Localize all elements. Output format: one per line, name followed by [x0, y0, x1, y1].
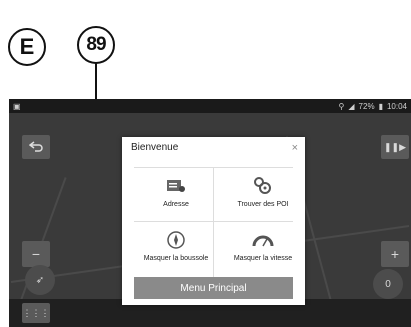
- callout-number-text: 89: [86, 34, 106, 55]
- minus-icon: −: [31, 246, 41, 262]
- callout-number: 89: [77, 26, 115, 64]
- signal-icon: ◢: [348, 101, 355, 111]
- battery-icon: ▮: [378, 101, 383, 111]
- speed-indicator[interactable]: 0: [373, 269, 403, 299]
- compass-button[interactable]: ➶: [25, 265, 55, 295]
- address-icon: [166, 174, 186, 198]
- hide-speed-label: Masquer la vitesse: [233, 255, 293, 262]
- speedometer-icon: [252, 228, 274, 252]
- poi-icon: [252, 174, 274, 198]
- grid-icon: ⋮⋮⋮: [22, 307, 50, 318]
- plus-icon: +: [390, 246, 400, 262]
- find-poi-label: Trouver des POI: [237, 201, 289, 208]
- dialog-title: Bienvenue: [131, 142, 179, 153]
- compass-icon: [166, 228, 186, 252]
- speed-zero-icon: 0: [385, 278, 391, 290]
- compass-needle-icon: ➶: [35, 274, 45, 286]
- callout-letter-text: E: [19, 34, 35, 59]
- back-button[interactable]: [22, 135, 50, 159]
- main-menu-button[interactable]: Menu Principal: [134, 277, 293, 299]
- hide-compass-label: Masquer la boussole: [143, 255, 209, 262]
- close-icon[interactable]: ×: [292, 142, 298, 154]
- back-arrow-icon: [29, 141, 43, 152]
- play-pause-button[interactable]: ❚❚▶: [381, 135, 409, 159]
- device-screen: ▣ ⚲ ◢ 72% ▮ 10:04 − ❚❚▶ + ➶ 0 ⋮⋮⋮ Bienve…: [9, 99, 411, 327]
- find-poi-option[interactable]: Trouver des POI: [228, 168, 298, 220]
- location-icon: ⚲: [338, 101, 345, 111]
- status-bar: ▣ ⚲ ◢ 72% ▮ 10:04: [9, 99, 411, 113]
- image-icon: ▣: [13, 101, 21, 111]
- battery-percent: 72%: [358, 101, 375, 111]
- address-option[interactable]: Adresse: [141, 168, 211, 220]
- address-label: Adresse: [163, 201, 189, 208]
- apps-button[interactable]: ⋮⋮⋮: [22, 303, 50, 323]
- status-right: ⚲ ◢ 72% ▮ 10:04: [339, 102, 407, 111]
- callout-letter: E: [8, 28, 46, 66]
- hide-speed-option[interactable]: Masquer la vitesse: [228, 222, 298, 274]
- hide-compass-option[interactable]: Masquer la boussole: [141, 222, 211, 274]
- welcome-dialog: Bienvenue × Adresse Trouver des POI Masq…: [122, 137, 305, 305]
- clock: 10:04: [386, 101, 407, 111]
- zoom-out-button[interactable]: −: [22, 241, 50, 267]
- zoom-in-button[interactable]: +: [381, 241, 409, 267]
- play-pause-icon: ❚❚▶: [383, 141, 406, 152]
- divider: [213, 167, 214, 277]
